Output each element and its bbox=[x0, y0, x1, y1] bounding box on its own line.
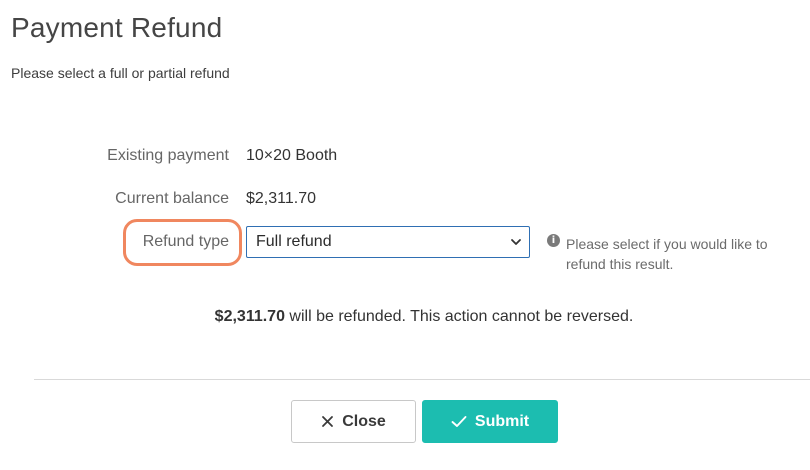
close-button-label: Close bbox=[342, 412, 386, 430]
footer-divider bbox=[34, 379, 810, 380]
chevron-down-icon bbox=[511, 239, 521, 245]
refund-notice-text: will be refunded. This action cannot be … bbox=[284, 308, 634, 325]
refund-type-select[interactable]: Full refund bbox=[246, 226, 530, 258]
refund-type-label: Refund type bbox=[142, 233, 229, 250]
submit-button[interactable]: Submit bbox=[422, 400, 558, 443]
existing-payment-value: 10×20 Booth bbox=[246, 147, 338, 164]
page-subtitle: Please select a full or partial refund bbox=[11, 65, 230, 81]
close-button[interactable]: Close bbox=[291, 400, 416, 443]
check-icon bbox=[451, 416, 467, 427]
refund-notice: $2,311.70 will be refunded. This action … bbox=[0, 308, 810, 326]
current-balance-label: Current balance bbox=[115, 190, 229, 207]
refund-amount: $2,311.70 bbox=[214, 308, 285, 325]
info-icon: i bbox=[547, 234, 560, 247]
refund-type-selected-value: Full refund bbox=[256, 233, 332, 250]
close-icon bbox=[322, 416, 334, 427]
submit-button-label: Submit bbox=[474, 412, 530, 430]
current-balance-value: $2,311.70 bbox=[246, 190, 316, 207]
page-title: Payment Refund bbox=[11, 12, 223, 43]
existing-payment-label: Existing payment bbox=[107, 147, 229, 164]
refund-type-hint: Please select if you would like to refun… bbox=[566, 236, 768, 272]
